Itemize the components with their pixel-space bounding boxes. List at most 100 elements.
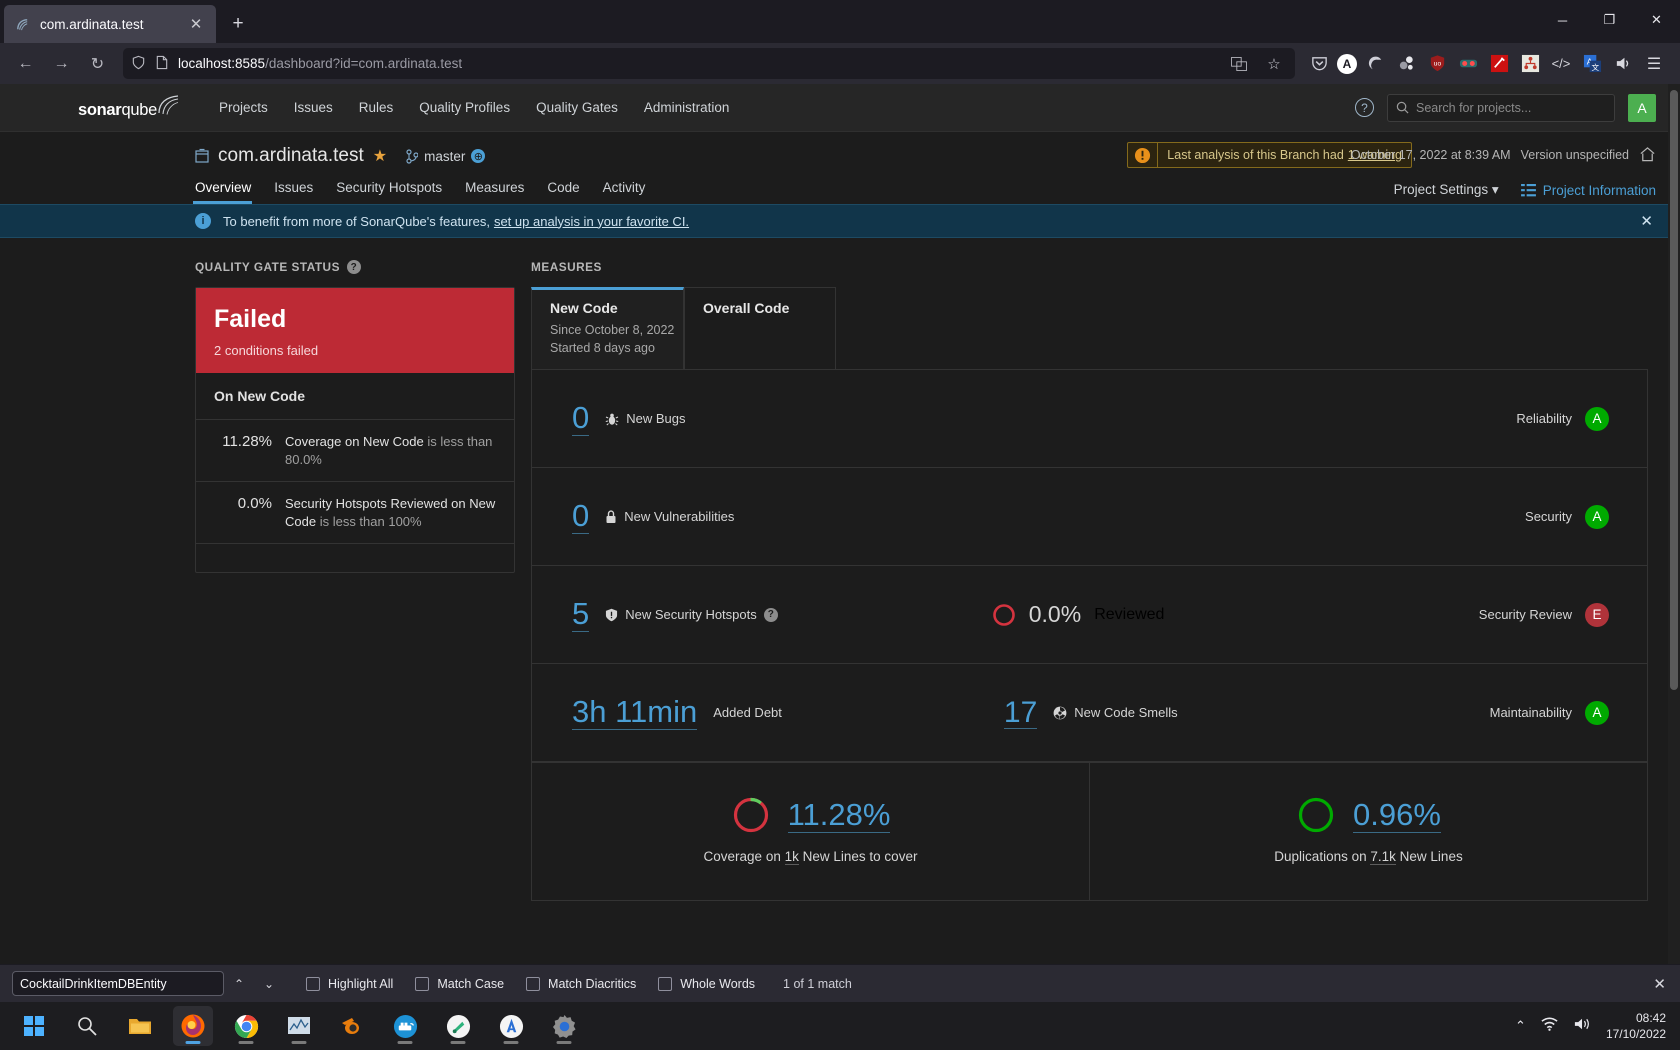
measures-section-title: MEASURES: [531, 260, 602, 274]
minimize-button[interactable]: ─: [1539, 0, 1586, 40]
nav-item-rules[interactable]: Rules: [346, 84, 407, 132]
new-tab-button[interactable]: +: [222, 8, 254, 40]
vulnerabilities-metric[interactable]: 0 New Vulnerabilities: [572, 499, 734, 534]
chrome-icon[interactable]: [226, 1006, 266, 1046]
find-close-icon[interactable]: ✕: [1653, 975, 1666, 993]
page-scrollbar[interactable]: [1668, 84, 1680, 964]
status-badge: Failed: [214, 305, 287, 333]
browser-tab[interactable]: com.ardinata.test ✕: [4, 5, 216, 43]
search-icon[interactable]: [67, 1006, 107, 1046]
sitemap-icon[interactable]: [1517, 51, 1543, 77]
reviewed-metric[interactable]: 0.0% Reviewed: [992, 601, 1164, 628]
project-settings-dropdown[interactable]: Project Settings ▾: [1394, 182, 1499, 198]
banner-close-icon[interactable]: ✕: [1640, 212, 1653, 230]
tab-new-code[interactable]: New Code Since October 8, 2022 Started 8…: [531, 287, 684, 370]
debt-metric[interactable]: 3h 11min Added Debt: [572, 695, 782, 730]
edge-extension-icon[interactable]: [1362, 51, 1388, 77]
coverage-measure[interactable]: 11.28% Coverage on 1k New Lines to cover: [532, 763, 1089, 900]
code-smells-metric[interactable]: 17 New Code Smells: [1003, 696, 1178, 729]
android-studio-icon[interactable]: [491, 1006, 531, 1046]
branch-info-icon[interactable]: ⊕: [471, 149, 486, 163]
sonarqube-logo[interactable]: sonar qube: [78, 95, 180, 120]
tab-activity[interactable]: Activity: [603, 180, 658, 204]
close-window-button[interactable]: ✕: [1633, 0, 1680, 40]
goggles-icon[interactable]: [1455, 51, 1481, 77]
find-input[interactable]: CocktailDrinkItemDBEntity: [12, 971, 224, 996]
tab-overview[interactable]: Overview: [192, 180, 263, 204]
nav-item-issues[interactable]: Issues: [281, 84, 346, 132]
maintainability-rating-badge[interactable]: A: [1585, 700, 1609, 725]
translate-icon[interactable]: [1226, 51, 1252, 77]
nav-item-quality-profiles[interactable]: Quality Profiles: [406, 84, 523, 132]
docker-icon[interactable]: [385, 1006, 425, 1046]
maximize-button[interactable]: ❐: [1586, 0, 1633, 40]
reload-button[interactable]: ↻: [81, 49, 114, 79]
wifi-icon[interactable]: [1540, 1016, 1559, 1037]
table-row[interactable]: 11.28% Coverage on New Code is less than…: [196, 420, 514, 483]
nav-item-projects[interactable]: Projects: [206, 84, 281, 132]
reliability-rating-badge[interactable]: A: [1585, 406, 1609, 431]
code-icon[interactable]: </>: [1548, 51, 1574, 77]
project-icon: [195, 148, 209, 163]
tab-close-icon[interactable]: ✕: [186, 14, 206, 34]
tab-issues[interactable]: Issues: [274, 180, 325, 204]
info-banner-link[interactable]: set up analysis in your favorite CI.: [494, 214, 689, 229]
help-icon[interactable]: ?: [1355, 98, 1374, 117]
project-information-button[interactable]: Project Information: [1520, 183, 1656, 198]
favorite-star-icon[interactable]: ★: [373, 146, 387, 166]
settings-icon[interactable]: [544, 1006, 584, 1046]
whole-words-checkbox[interactable]: Whole Words: [658, 976, 755, 991]
coverage-lines-amount[interactable]: 1k: [784, 849, 799, 866]
table-row[interactable]: 0.0% Security Hotspots Reviewed on New C…: [196, 482, 514, 545]
start-icon[interactable]: [14, 1006, 54, 1046]
tab-code[interactable]: Code: [547, 180, 591, 204]
checkbox-box: [526, 976, 541, 991]
sourcetree-icon[interactable]: [438, 1006, 478, 1046]
file-explorer-icon[interactable]: [120, 1006, 160, 1046]
find-previous-icon[interactable]: ⌃: [224, 971, 254, 997]
hotspots-help-icon[interactable]: ?: [763, 607, 778, 622]
highlight-all-checkbox[interactable]: Highlight All: [306, 976, 393, 991]
translator-extension-icon[interactable]: A文: [1579, 51, 1605, 77]
volume-icon[interactable]: [1573, 1016, 1592, 1037]
molecule-icon[interactable]: [1393, 51, 1419, 77]
duplications-measure[interactable]: 0.96% Duplications on 7.1k New Lines: [1089, 763, 1647, 901]
account-icon[interactable]: A: [1337, 53, 1357, 74]
nav-item-administration[interactable]: Administration: [631, 84, 743, 132]
menu-icon[interactable]: ☰: [1641, 51, 1667, 77]
avatar[interactable]: A: [1628, 93, 1656, 122]
search-input[interactable]: Search for projects...: [1387, 93, 1615, 122]
pocket-icon[interactable]: [1306, 51, 1332, 77]
task-manager-icon[interactable]: [279, 1006, 319, 1046]
nav-item-quality-gates[interactable]: Quality Gates: [523, 84, 631, 132]
match-case-checkbox[interactable]: Match Case: [415, 976, 504, 991]
branch-icon: [406, 148, 419, 164]
back-button[interactable]: ←: [9, 49, 42, 79]
added-debt-label-wrap: Added Debt: [713, 705, 782, 720]
clock[interactable]: 08:42 17/10/2022: [1606, 1010, 1666, 1042]
extension-toolbar: A uo </> A文 ☰: [1306, 51, 1671, 77]
scrollbar-thumb[interactable]: [1670, 90, 1678, 690]
firefox-icon[interactable]: [173, 1006, 213, 1046]
security-rating-badge[interactable]: A: [1585, 504, 1609, 529]
bookmark-star-icon[interactable]: ☆: [1261, 51, 1287, 77]
ublock-origin-icon[interactable]: uo: [1424, 51, 1450, 77]
quality-gate-help-icon[interactable]: ?: [346, 260, 361, 274]
hotspots-metric[interactable]: 5 New Security Hotspots ?: [572, 597, 778, 632]
blender-icon[interactable]: [332, 1006, 372, 1046]
address-bar[interactable]: localhost:8585/dashboard?id=com.ardinata…: [123, 48, 1295, 79]
tab-security-hotspots[interactable]: Security Hotspots: [336, 180, 454, 204]
security-review-rating-badge[interactable]: E: [1585, 602, 1609, 627]
forward-button[interactable]: →: [45, 49, 78, 79]
match-diacritics-checkbox[interactable]: Match Diacritics: [526, 976, 636, 991]
find-next-icon[interactable]: ⌄: [254, 971, 284, 997]
duplications-lines-amount[interactable]: 7.1k: [1370, 849, 1396, 866]
volume-extension-icon[interactable]: [1610, 51, 1636, 77]
magic-wand-icon[interactable]: [1486, 51, 1512, 77]
branch-selector[interactable]: master ⊕: [406, 148, 486, 164]
tray-chevron-icon[interactable]: ⌃: [1515, 1018, 1526, 1034]
reliability-label: Reliability: [1516, 411, 1572, 427]
tab-measures[interactable]: Measures: [465, 180, 536, 204]
tab-overall-code[interactable]: Overall Code: [684, 287, 836, 370]
bugs-metric[interactable]: 0 New Bugs: [572, 401, 686, 436]
